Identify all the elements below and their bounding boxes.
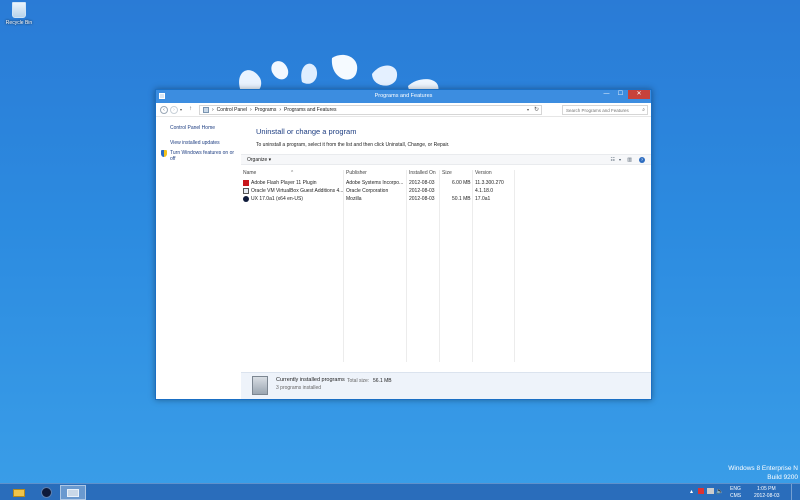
recycle-bin-label: Recycle Bin [5,20,33,26]
column-headers: ⌃ Name Publisher Installed On Size Versi… [241,170,651,178]
clock-date[interactable]: 2012-08-03 [754,493,780,499]
control-panel-icon [67,489,79,497]
left-navigation-pane: Control Panel Home View installed update… [156,117,241,399]
recycle-bin-icon [12,2,26,18]
program-version: 11.3.300.270 [475,180,504,186]
control-panel-taskbar-button[interactable] [60,485,86,500]
show-desktop-button[interactable] [791,484,796,500]
virtualbox-icon [243,188,249,194]
sort-arrow-icon: ⌃ [290,170,295,176]
nightly-taskbar-button[interactable] [34,485,60,500]
breadcrumb-separator[interactable]: › [279,107,281,113]
windows-build-watermark: Windows 8 Enterprise N Build 9200 [728,464,798,482]
search-box[interactable]: ⌕ [562,105,648,115]
program-installed-on: 2012-08-03 [409,196,435,202]
table-row[interactable]: Adobe Flash Player 11 Plugin Adobe Syste… [241,180,651,188]
taskbar: ▴ 🔈 ENG CMS 1:05 PM 2012-08-03 [0,483,800,500]
program-publisher: Oracle Corporation [346,188,389,194]
search-icon[interactable]: ⌕ [642,107,645,113]
program-size: 6.00 MB [452,180,471,186]
input-language[interactable]: ENG [730,486,741,492]
column-header-installed-on[interactable]: Installed On [409,170,436,176]
back-arrow-icon[interactable]: ‹ [160,106,168,114]
program-version: 4.1.18.0 [475,188,494,194]
title-bar[interactable]: Programs and Features — ☐ ✕ [156,90,651,103]
program-installed-on: 2012-08-03 [409,180,435,186]
programs-count: 3 programs installed [276,385,322,391]
network-icon[interactable] [707,488,714,494]
breadcrumb-control-panel[interactable]: Control Panel [217,107,247,113]
column-header-size[interactable]: Size [442,170,452,176]
help-icon[interactable]: ? [639,157,645,163]
breadcrumb-programs[interactable]: Programs [255,107,277,113]
edition-text: Windows 8 Enterprise N [728,465,798,472]
view-options-icon[interactable]: ☷ [611,157,615,163]
program-name: Oracle VM VirtualBox Guest Additions 4..… [251,188,344,194]
breadcrumb-separator[interactable]: › [212,107,214,113]
up-arrow-icon[interactable]: ↑ [189,106,192,112]
search-input[interactable] [563,106,635,114]
program-publisher: Adobe Systems Incorpo... [346,180,404,186]
breadcrumb-programs-features[interactable]: Programs and Features [284,107,337,113]
program-name: Adobe Flash Player 11 Plugin [251,180,317,186]
program-version: 17.0a1 [475,196,491,202]
table-row[interactable]: Oracle VM VirtualBox Guest Additions 4..… [241,188,651,196]
column-header-name[interactable]: Name [243,170,256,176]
recent-locations-chevron-icon[interactable]: ▾ [180,107,182,112]
programs-features-window: Programs and Features — ☐ ✕ ‹ › ▾ ↑ › Co… [155,89,652,400]
command-bar: Organize ▾ ☷ ▾ ▥ ? [241,154,651,165]
control-panel-folder-icon [203,107,209,113]
program-installed-on: 2012-08-03 [409,188,435,194]
program-publisher: Mozilla [346,196,362,202]
notification-area: ▴ 🔈 ENG CMS 1:05 PM 2012-08-03 [690,484,800,500]
flash-icon [243,180,249,186]
total-size-value: 56.1 MB [373,378,392,384]
maximize-button[interactable]: ☐ [614,90,627,99]
chevron-down-icon[interactable]: ▾ [619,157,621,162]
minimize-button[interactable]: — [600,90,613,99]
address-bar: ‹ › ▾ ↑ › Control Panel › Programs › Pro… [156,103,651,117]
details-title: Currently installed programs [276,377,345,383]
breadcrumb-separator[interactable]: › [250,107,252,113]
nightly-icon [41,487,52,498]
folder-icon [13,489,25,497]
show-hidden-icons-chevron-icon[interactable]: ▴ [690,488,693,495]
organize-button[interactable]: Organize ▾ [247,157,271,163]
shield-icon [161,150,167,157]
nightly-icon [243,196,249,202]
windows-features-link[interactable]: Turn Windows features on or off [170,150,238,162]
recycle-bin[interactable]: Recycle Bin [2,2,36,26]
page-description: To uninstall a program, select it from t… [256,142,450,148]
preview-pane-icon[interactable]: ▥ [627,157,632,163]
program-name: UX 17.0a1 (x64 en-US) [251,196,303,202]
table-row[interactable]: UX 17.0a1 (x64 en-US) Mozilla 2012-08-03… [241,196,651,204]
window-title: Programs and Features [374,93,433,99]
view-installed-updates-link[interactable]: View installed updates [170,140,220,146]
installed-programs-icon [252,376,268,395]
volume-icon[interactable]: 🔈 [716,488,723,495]
close-button[interactable]: ✕ [628,90,650,99]
refresh-icon[interactable]: ↻ [534,106,539,113]
action-center-flag-icon[interactable] [698,488,704,494]
page-title: Uninstall or change a program [256,127,357,136]
column-header-publisher[interactable]: Publisher [346,170,367,176]
clock-time[interactable]: 1:05 PM [757,486,776,492]
details-pane: Currently installed programs Total size:… [241,372,651,399]
main-content: Uninstall or change a program To uninsta… [241,117,651,399]
address-history-chevron-icon[interactable]: ▾ [527,107,529,112]
build-text: Build 9200 [767,474,798,481]
forward-arrow-icon[interactable]: › [170,106,178,114]
breadcrumb[interactable]: › Control Panel › Programs › Programs an… [199,105,542,115]
file-explorer-taskbar-button[interactable] [6,485,32,500]
total-size-label: Total size: [347,378,370,384]
program-size: 50.1 MB [452,196,471,202]
column-header-version[interactable]: Version [475,170,492,176]
control-panel-home-link[interactable]: Control Panel Home [170,125,215,131]
keyboard-layout[interactable]: CMS [730,493,741,499]
